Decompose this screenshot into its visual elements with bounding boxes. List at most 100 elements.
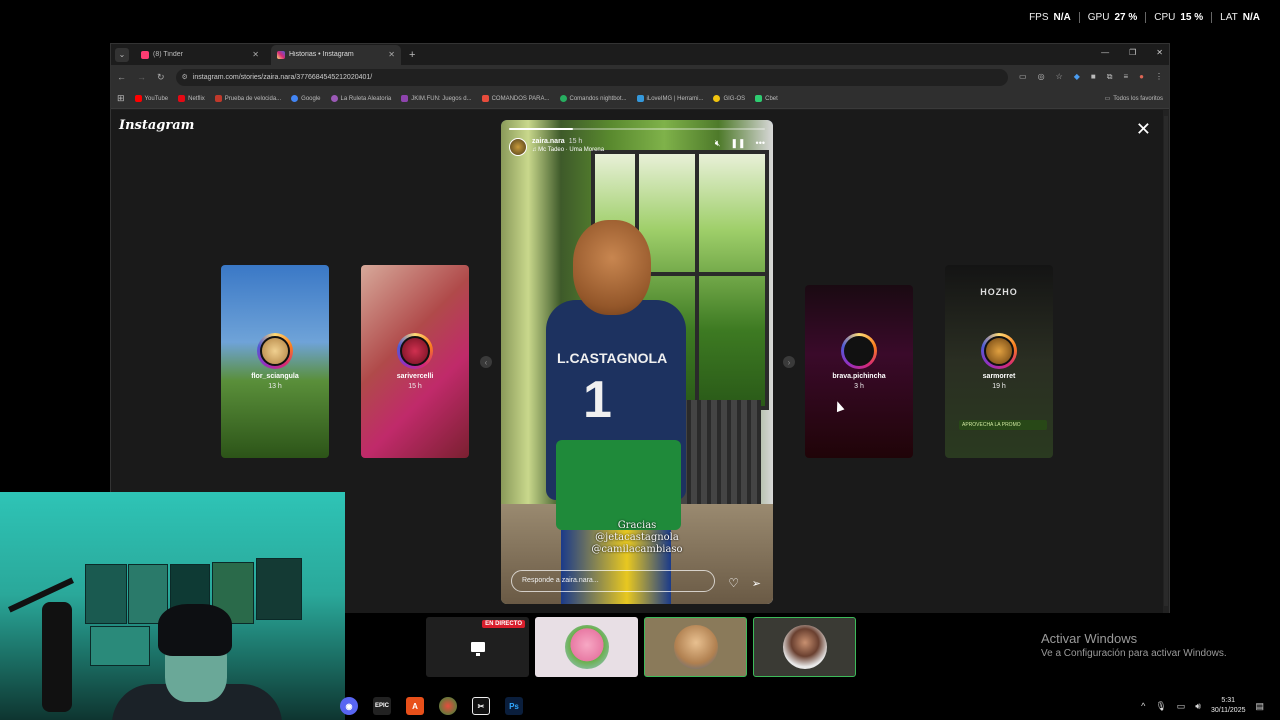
story-card[interactable]: flor_sciangula 13 h [221,265,329,458]
hide-icon[interactable]: ◎ [1038,72,1045,82]
caption-mention[interactable]: @jetacastagnola [501,532,773,544]
previous-story-icon[interactable]: ‹ [480,356,492,368]
live-badge: EN DIRECTO [482,620,525,628]
story-header-text: HOZHO [980,287,1018,297]
next-story-icon[interactable]: › [783,356,795,368]
page-scrollbar[interactable] [1163,110,1169,613]
bookmark-ruleta[interactable]: La Ruleta Aleatoria [330,95,391,102]
bookmark-jkim[interactable]: JKIM.FUN: Juegos d... [401,95,472,102]
ruleta-icon [330,95,338,102]
story-song[interactable]: Mc Tadeo · Uma Morena [538,147,604,153]
story-avatar-ring [257,333,293,369]
url-text: instagram.com/stories/zaira.nara/3776684… [192,73,373,81]
bookmark-netflix[interactable]: Netflix [178,95,205,102]
all-bookmarks-folder[interactable]: ▭ Todos los favoritos [1104,95,1163,103]
extensions-puzzle-icon[interactable]: ⧉ [1107,72,1113,82]
chevron-up-icon[interactable]: ^ [1141,701,1145,711]
more-options-icon[interactable]: ••• [756,138,765,149]
participant-tile[interactable] [535,617,638,677]
discord-icon[interactable]: ◉ [340,697,358,715]
bookmark-google[interactable]: Google [291,95,321,102]
cast-icon[interactable]: ▭ [1019,72,1027,82]
story-card[interactable]: HOZHO sarmorret 19 h APROVECHA LA PROMO [945,265,1053,458]
story-progress-fill [509,128,573,130]
bookmark-star-icon[interactable]: ☆ [1056,72,1063,82]
bookmark-iloveimg[interactable]: iLoveIMG | Herrami... [636,95,703,102]
taskbar: ◉ EPIC A ✂ Ps ^ 🎙︎ ▭ 🔊︎ 5:31 30/11/2025 … [0,692,1280,720]
desktop: FPS N/A GPU 27 % CPU 15 % LAT N/A ⌄ (8) Tind… [0,0,1280,720]
minimize-icon[interactable]: — [1101,48,1109,57]
new-tab-button[interactable]: + [409,49,415,61]
bookmark-comandos[interactable]: COMANDOS PARA... [481,95,550,102]
forward-icon[interactable]: → [137,72,146,82]
tab-instagram[interactable]: Historias • Instagram ✕ [271,44,401,65]
story-promo-text: APROVECHA LA PROMO [959,420,1047,430]
microphone-icon[interactable]: 🎙︎ [1155,701,1166,712]
bookmark-speedtest[interactable]: Prueba de velocida... [214,95,281,102]
capcut-icon[interactable]: ✂ [472,697,490,715]
media-icon[interactable]: ≡ [1123,72,1128,82]
address-bar[interactable]: ⚙ instagram.com/stories/zaira.nara/37766… [175,68,1009,86]
close-tab-icon[interactable]: ✕ [252,50,259,59]
caption-mention[interactable]: @camilacambiaso [501,544,773,556]
notifications-icon[interactable]: ▤ [1255,701,1264,712]
participant-tile[interactable] [644,617,747,677]
avatar [673,625,718,669]
participant-tile[interactable] [753,617,856,677]
monitor-icon [470,642,485,656]
active-story[interactable]: L.CASTAGNOLA 1 zaira.nara 15 h ♫ Mc Tadeo… [501,120,773,604]
extension-icon[interactable]: ■ [1091,72,1096,82]
folder-icon: ▭ [1104,96,1111,102]
epic-games-icon[interactable]: EPIC [373,697,391,715]
bookmark-label: Netflix [188,95,205,102]
jkim-icon [401,95,409,102]
pause-icon[interactable]: ❚❚ [730,138,745,149]
reply-input[interactable]: Responde a zaira.nara... [511,570,715,592]
apps-grid-icon[interactable]: ⊞ [117,93,125,104]
avatar[interactable] [509,138,527,156]
obs-red-app-icon[interactable]: A [406,697,424,715]
site-info-icon[interactable]: ⚙ [182,73,188,81]
story-time: 13 h [268,383,282,390]
mute-icon[interactable]: 🔇︎ [715,138,721,149]
photoshop-icon[interactable]: Ps [505,697,523,715]
clock[interactable]: 5:31 30/11/2025 [1211,696,1246,716]
network-icon[interactable]: ▭ [1177,701,1186,712]
story-author[interactable]: zaira.nara [532,138,565,145]
taskbar-apps: ◉ EPIC A ✂ Ps [340,697,523,715]
story-card[interactable]: sarivercelli 15 h [361,265,469,458]
story-card[interactable]: brava.pichincha 3 h [805,285,913,458]
tab-search-button[interactable]: ⌄ [115,47,129,62]
cbet-icon [755,95,763,102]
bookmark-gigos[interactable]: GIG-OS [713,95,745,102]
close-tab-icon[interactable]: ✕ [388,50,395,59]
extension-icon[interactable]: ◆ [1074,72,1080,82]
menu-icon[interactable]: ⋮ [1155,72,1163,82]
google-icon [291,95,299,102]
story-username: sarivercelli [396,373,434,380]
gigos-icon [713,95,721,102]
bookmark-label: Comandos nightbot... [569,95,627,102]
bookmark-cbet[interactable]: Cbet [755,95,778,102]
speedtest-icon [214,95,222,102]
close-stories-icon[interactable]: ✕ [1136,119,1151,140]
restore-icon[interactable]: ❐ [1129,48,1136,57]
send-icon[interactable]: ➢ [752,577,761,590]
heart-icon[interactable]: ♡ [728,576,739,590]
chrome-green-app-icon[interactable] [439,697,457,715]
reload-icon[interactable]: ↻ [157,72,165,83]
bookmark-nightbot[interactable]: Comandos nightbot... [559,95,627,102]
story-time: 15 h [408,383,422,390]
screen-share-tile[interactable]: EN DIRECTO [426,617,529,677]
instagram-favicon-icon [277,50,285,59]
story-avatar-ring [981,333,1017,369]
scrollbar-thumb[interactable] [1164,116,1168,606]
activate-title: Activar Windows [1041,631,1138,646]
close-window-icon[interactable]: ✕ [1156,48,1163,57]
profile-icon[interactable]: ● [1139,72,1144,82]
back-icon[interactable]: ← [117,72,126,82]
tab-tinder[interactable]: (8) Tinder ✕ [135,45,265,65]
bookmark-youtube[interactable]: YouTube [134,95,168,102]
instagram-logo[interactable]: Instagram [119,118,194,133]
volume-icon[interactable]: 🔊︎ [1195,701,1201,712]
